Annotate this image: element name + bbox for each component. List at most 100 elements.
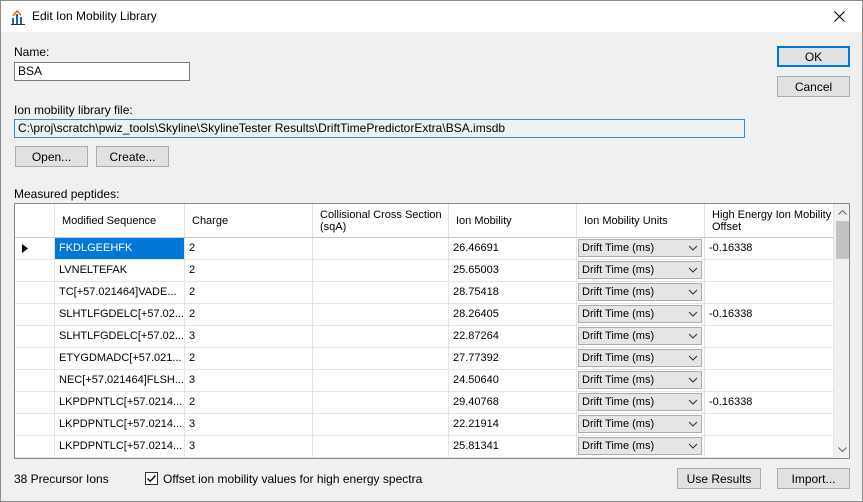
header-ion-mobility-units[interactable]: Ion Mobility Units (577, 204, 705, 238)
scroll-down-icon[interactable] (834, 441, 849, 458)
cell-ion-mobility[interactable]: 27.77392 (449, 348, 577, 370)
cell-high-energy-offset[interactable] (705, 260, 834, 282)
units-dropdown[interactable]: Drift Time (ms) (578, 327, 702, 345)
cell-ion-mobility[interactable]: 25.65003 (449, 260, 577, 282)
units-dropdown[interactable]: Drift Time (ms) (578, 371, 702, 389)
units-dropdown[interactable]: Drift Time (ms) (578, 239, 702, 257)
row-header[interactable] (15, 304, 55, 326)
cell-modified-sequence[interactable]: FKDLGEEHFK (55, 238, 185, 260)
cell-modified-sequence[interactable]: ETYGDMADC[+57.021... (55, 348, 185, 370)
cell-ion-mobility[interactable]: 22.87264 (449, 326, 577, 348)
cell-ccs[interactable] (313, 260, 449, 282)
row-header[interactable] (15, 282, 55, 304)
row-header[interactable] (15, 370, 55, 392)
cancel-button[interactable]: Cancel (777, 76, 850, 97)
offset-checkbox-label[interactable]: Offset ion mobility values for high ener… (163, 472, 422, 486)
cell-ion-mobility[interactable]: 25.81341 (449, 436, 577, 458)
name-input[interactable]: BSA (14, 62, 190, 81)
cell-charge[interactable]: 2 (185, 348, 313, 370)
cell-ccs[interactable] (313, 238, 449, 260)
create-button[interactable]: Create... (96, 146, 169, 167)
table-row[interactable]: SLHTLFGDELC[+57.02... 3 22.87264 Drift Time… (15, 326, 834, 348)
cell-ion-mobility-units[interactable]: Drift Time (ms) (577, 282, 705, 304)
cell-ion-mobility-units[interactable]: Drift Time (ms) (577, 370, 705, 392)
cell-ion-mobility-units[interactable]: Drift Time (ms) (577, 260, 705, 282)
row-header[interactable] (15, 260, 55, 282)
cell-modified-sequence[interactable]: LKPDPNTLC[+57.0214... (55, 436, 185, 458)
cell-ccs[interactable] (313, 414, 449, 436)
table-row[interactable]: TC[+57.021464]VADE... 2 28.75418 Drift Time… (15, 282, 834, 304)
grid-vertical-scrollbar[interactable] (834, 204, 849, 458)
cell-modified-sequence[interactable]: LVNELTEFAK (55, 260, 185, 282)
cell-modified-sequence[interactable]: NEC[+57.021464]FLSH... (55, 370, 185, 392)
table-row[interactable]: SLHTLFGDELC[+57.02... 2 28.26405 Drift Time… (15, 304, 834, 326)
cell-high-energy-offset[interactable] (705, 370, 834, 392)
cell-modified-sequence[interactable]: TC[+57.021464]VADE... (55, 282, 185, 304)
units-dropdown[interactable]: Drift Time (ms) (578, 305, 702, 323)
cell-high-energy-offset[interactable] (705, 348, 834, 370)
close-button[interactable] (816, 1, 862, 32)
cell-high-energy-offset[interactable] (705, 414, 834, 436)
table-row[interactable]: LKPDPNTLC[+57.0214... 2 29.40768 Drift Time… (15, 392, 834, 414)
header-charge[interactable]: Charge (185, 204, 313, 238)
cell-modified-sequence[interactable]: LKPDPNTLC[+57.0214... (55, 414, 185, 436)
ok-button[interactable]: OK (777, 46, 850, 67)
cell-ion-mobility[interactable]: 22.21914 (449, 414, 577, 436)
cell-charge[interactable]: 2 (185, 282, 313, 304)
cell-ccs[interactable] (313, 392, 449, 414)
cell-high-energy-offset[interactable] (705, 436, 834, 458)
measured-peptides-grid[interactable]: Modified Sequence Charge Collisional Cro… (14, 203, 850, 459)
units-dropdown[interactable]: Drift Time (ms) (578, 283, 702, 301)
header-high-energy-offset[interactable]: High Energy Ion Mobility Offset (705, 204, 834, 238)
table-row[interactable]: LKPDPNTLC[+57.0214... 3 22.21914 Drift Time… (15, 414, 834, 436)
cell-ion-mobility[interactable]: 28.26405 (449, 304, 577, 326)
units-dropdown[interactable]: Drift Time (ms) (578, 261, 702, 279)
offset-checkbox[interactable] (145, 472, 158, 485)
cell-charge[interactable]: 2 (185, 304, 313, 326)
cell-charge[interactable]: 2 (185, 260, 313, 282)
use-results-button[interactable]: Use Results (677, 468, 761, 489)
cell-modified-sequence[interactable]: SLHTLFGDELC[+57.02... (55, 304, 185, 326)
row-header[interactable] (15, 348, 55, 370)
cell-ion-mobility-units[interactable]: Drift Time (ms) (577, 414, 705, 436)
cell-ion-mobility[interactable]: 26.46691 (449, 238, 577, 260)
cell-high-energy-offset[interactable] (705, 282, 834, 304)
scroll-up-icon[interactable] (834, 204, 849, 221)
cell-ion-mobility[interactable]: 24.50640 (449, 370, 577, 392)
header-ccs[interactable]: Collisional Cross Section (sqA) (313, 204, 449, 238)
cell-high-energy-offset[interactable]: -0.16338 (705, 392, 834, 414)
table-row[interactable]: FKDLGEEHFK 2 26.46691 Drift Time (ms) -0.163… (15, 238, 834, 260)
cell-ion-mobility-units[interactable]: Drift Time (ms) (577, 238, 705, 260)
cell-charge[interactable]: 3 (185, 326, 313, 348)
cell-high-energy-offset[interactable]: -0.16338 (705, 238, 834, 260)
cell-charge[interactable]: 3 (185, 414, 313, 436)
cell-ion-mobility-units[interactable]: Drift Time (ms) (577, 348, 705, 370)
import-button[interactable]: Import... (777, 468, 850, 489)
table-row[interactable]: LKPDPNTLC[+57.0214... 3 25.81341 Drift Time… (15, 436, 834, 458)
cell-ion-mobility-units[interactable]: Drift Time (ms) (577, 436, 705, 458)
table-row[interactable]: ETYGDMADC[+57.021... 2 27.77392 Drift Time … (15, 348, 834, 370)
cell-high-energy-offset[interactable] (705, 326, 834, 348)
cell-ccs[interactable] (313, 348, 449, 370)
row-header[interactable] (15, 436, 55, 458)
header-modified-sequence[interactable]: Modified Sequence (55, 204, 185, 238)
row-header[interactable] (15, 238, 55, 260)
open-button[interactable]: Open... (15, 146, 88, 167)
row-header[interactable] (15, 414, 55, 436)
header-ion-mobility[interactable]: Ion Mobility (449, 204, 577, 238)
units-dropdown[interactable]: Drift Time (ms) (578, 349, 702, 367)
scroll-thumb[interactable] (836, 221, 849, 259)
cell-ccs[interactable] (313, 304, 449, 326)
cell-ion-mobility-units[interactable]: Drift Time (ms) (577, 392, 705, 414)
units-dropdown[interactable]: Drift Time (ms) (578, 415, 702, 433)
table-row[interactable]: NEC[+57.021464]FLSH... 3 24.50640 Drift Tim… (15, 370, 834, 392)
cell-modified-sequence[interactable]: SLHTLFGDELC[+57.02... (55, 326, 185, 348)
cell-ccs[interactable] (313, 282, 449, 304)
units-dropdown[interactable]: Drift Time (ms) (578, 437, 702, 455)
table-row[interactable]: LVNELTEFAK 2 25.65003 Drift Time (ms) (15, 260, 834, 282)
cell-charge[interactable]: 2 (185, 392, 313, 414)
cell-charge[interactable]: 2 (185, 238, 313, 260)
row-header[interactable] (15, 392, 55, 414)
cell-charge[interactable]: 3 (185, 436, 313, 458)
cell-charge[interactable]: 3 (185, 370, 313, 392)
